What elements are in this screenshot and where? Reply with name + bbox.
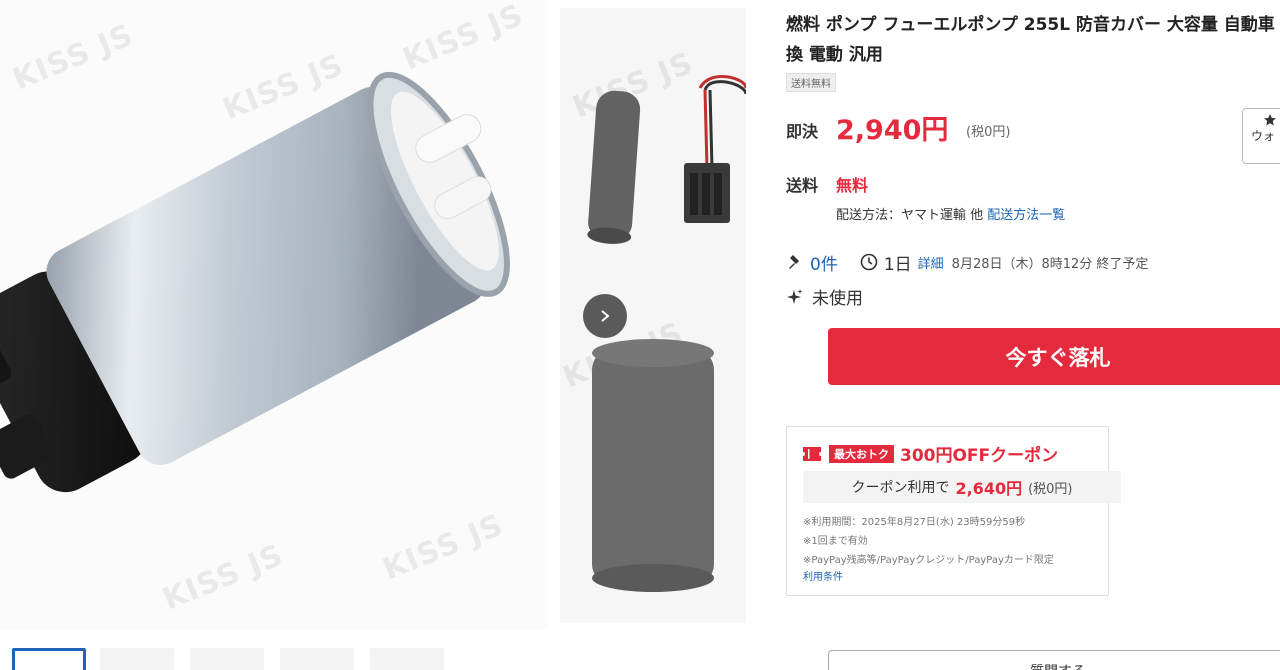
thumbnail-5[interactable]: [370, 648, 444, 670]
thumbnail-2[interactable]: [100, 648, 174, 670]
watch-button[interactable]: ウォ: [1242, 108, 1280, 164]
buy-now-price: 2,940円: [836, 115, 949, 146]
coupon-header: 最大おトク 300円OFFクーポン: [803, 441, 1058, 466]
coupon-icon: [803, 446, 821, 461]
shipping-methods-link[interactable]: 配送方法一覧: [987, 208, 1065, 223]
thumbnail-1[interactable]: [12, 648, 86, 670]
question-button[interactable]: 質問する: [828, 650, 1280, 670]
time-remaining: 1日: [883, 254, 912, 275]
free-shipping-badge: 送料無料: [786, 73, 836, 92]
shipping-value: 無料: [836, 176, 869, 195]
coupon-notes: ※利用期間：2025年8月27日(水) 23時59分59秒 ※1回まで有効 ※P…: [803, 513, 1054, 570]
image-gallery: KISS JS KISS JS KISS JS KISS JS KISS JS …: [0, 0, 750, 670]
watch-label: ウォ: [1251, 129, 1276, 143]
end-time: 8月28日（木）8時12分 終了予定: [951, 256, 1149, 272]
gavel-icon: [786, 253, 804, 271]
listing-panel: 燃料 ポンプ フューエルポンプ 255L 防音カバー 大容量 自動車 交換 電動…: [786, 0, 1280, 670]
star-icon: [1264, 114, 1276, 126]
buy-now-button[interactable]: 今すぐ落札: [828, 328, 1280, 385]
coupon-price-row: クーポン利用で 2,640円 (税0円): [803, 471, 1121, 503]
coupon-note: ※利用期間：2025年8月27日(水) 23時59分59秒: [803, 517, 1026, 528]
item-condition: 未使用: [786, 284, 863, 309]
coupon-use-prefix: クーポン利用で: [851, 480, 950, 496]
auction-meta: 0件 1日 詳細 8月28日（木）8時12分 終了予定: [786, 250, 1149, 275]
coupon-terms-link[interactable]: 利用条件: [803, 568, 843, 583]
fuel-pump-illustration: [0, 71, 510, 493]
chevron-right-icon: [601, 310, 610, 322]
time-detail-link[interactable]: 詳細: [918, 253, 944, 272]
next-image-button[interactable]: [583, 294, 627, 338]
main-product-image[interactable]: KISS JS KISS JS KISS JS KISS JS KISS JS …: [0, 0, 548, 630]
condition-label: 未使用: [812, 289, 863, 309]
thumbnail-3[interactable]: [190, 648, 264, 670]
coupon-tag: 最大おトク: [829, 444, 894, 463]
coupon-amount[interactable]: 300円OFFクーポン: [900, 441, 1058, 466]
question-label: 質問する: [1030, 661, 1086, 670]
price-tax-note: (税0円): [966, 125, 1011, 140]
coupon-price: 2,640円: [955, 479, 1023, 498]
coupon-note: ※1回まで有効: [803, 536, 868, 547]
coupon-box: 最大おトク 300円OFFクーポン クーポン利用で 2,640円 (税0円) ※…: [786, 426, 1121, 596]
price-label: 即決: [786, 122, 819, 141]
shipping-label: 送料: [786, 176, 819, 195]
thumbnail-strip: [0, 640, 750, 670]
bid-count[interactable]: 0件: [810, 250, 838, 275]
listing-title: 燃料 ポンプ フューエルポンプ 255L 防音カバー 大容量 自動車 交換 電動…: [786, 15, 1280, 65]
clock-icon: [860, 253, 878, 271]
sparkle-icon: [786, 288, 804, 306]
coupon-tax-note: (税0円): [1028, 481, 1073, 497]
shipping-method-text: 配送方法：ヤマト運輸 他: [836, 208, 984, 223]
thumbnail-4[interactable]: [280, 648, 354, 670]
shipping-method: 配送方法：ヤマト運輸 他 配送方法一覧: [836, 204, 1065, 223]
